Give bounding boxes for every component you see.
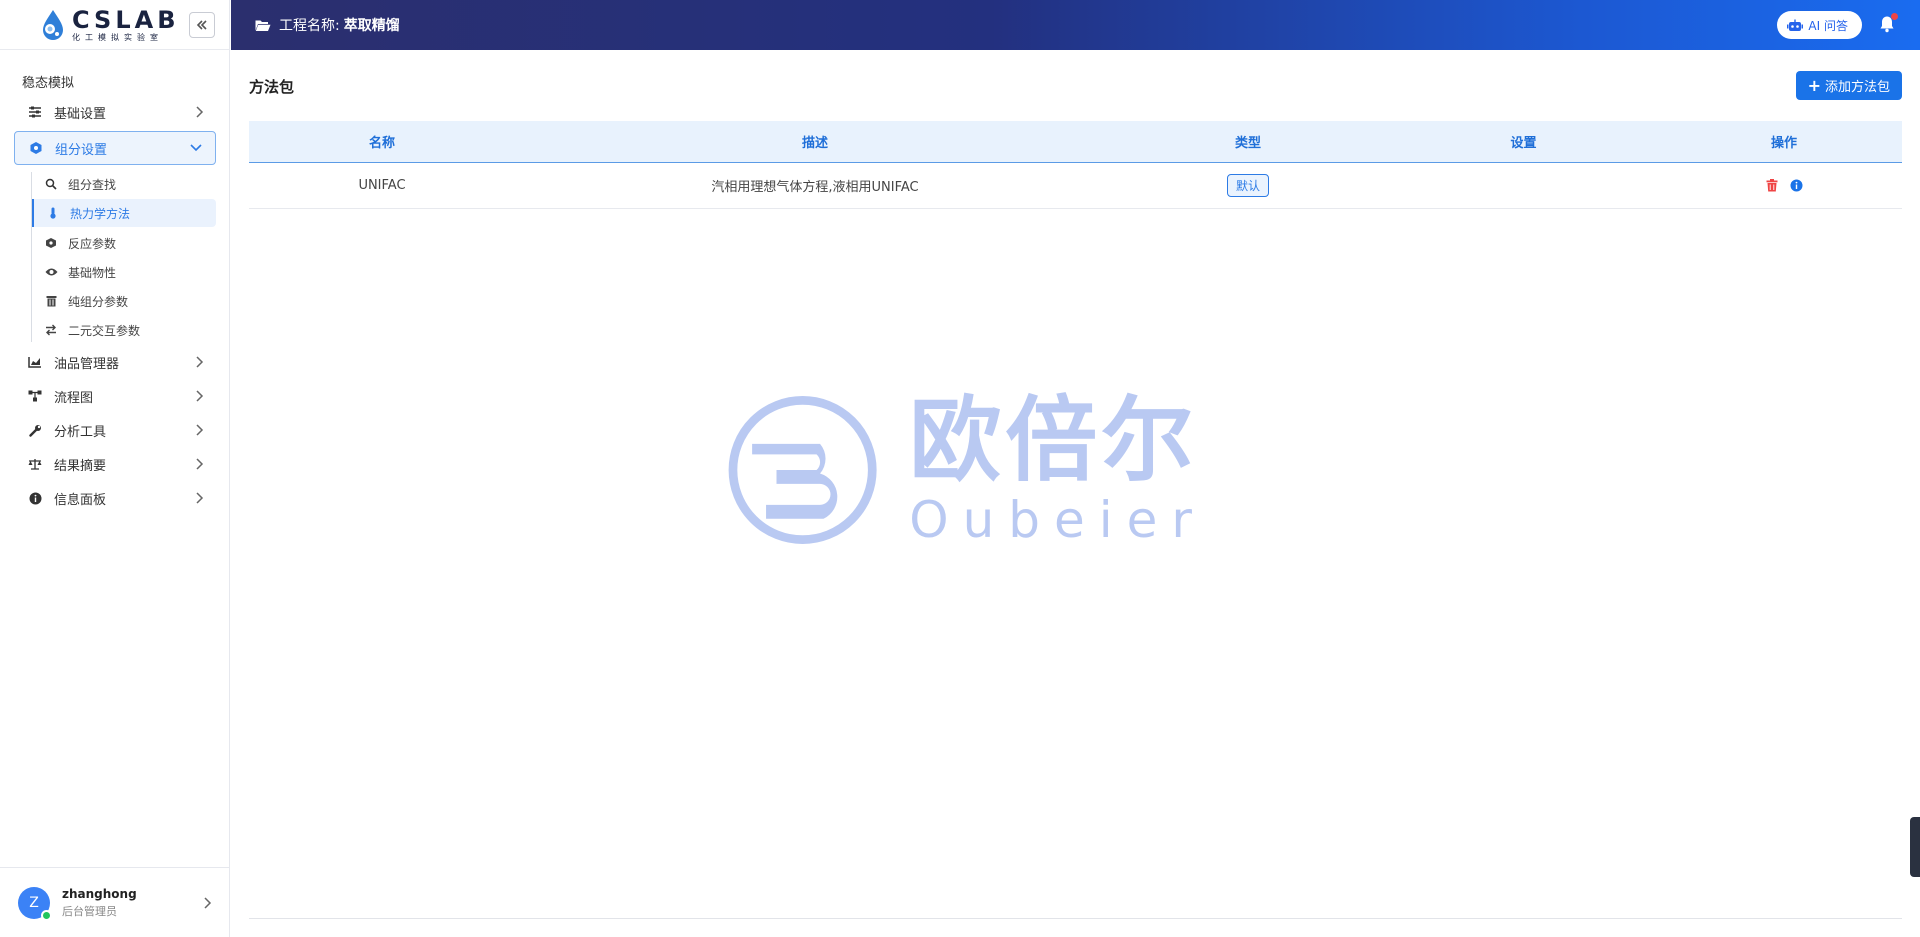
search-icon xyxy=(44,178,58,190)
project-label: 工程名称: xyxy=(279,18,340,34)
sidebar-subitem-basic-properties[interactable]: 基础物性 xyxy=(32,258,216,286)
exchange-icon xyxy=(44,324,58,336)
sliders-icon xyxy=(26,106,44,118)
logo-main-text: CSLAB xyxy=(72,5,180,34)
sidebar-subitem-component-search[interactable]: 组分查找 xyxy=(32,170,216,198)
sidebar-subitem-reaction-params[interactable]: 反应参数 xyxy=(32,229,216,257)
logo-sub-text: 化工模拟实验室 xyxy=(72,32,163,42)
page-title: 方法包 xyxy=(249,78,295,96)
cell-name: UNIFAC xyxy=(358,178,406,193)
nav-section-title: 稳态模拟 xyxy=(22,76,75,91)
chevron-right-icon xyxy=(196,390,204,402)
content-bottom-divider xyxy=(249,918,1902,919)
thermometer-icon xyxy=(46,207,60,219)
wrench-icon xyxy=(26,424,44,437)
sidebar-item-label: 流程图 xyxy=(54,390,94,406)
chevron-down-icon xyxy=(190,144,202,152)
ai-qa-button[interactable]: AI 问答 xyxy=(1777,11,1862,39)
table-header: 名称 描述 类型 设置 操作 xyxy=(249,121,1902,163)
sidebar-item-results-summary[interactable]: 结果摘要 xyxy=(14,448,216,480)
hexagon-icon xyxy=(27,141,45,155)
column-header-description: 描述 xyxy=(801,136,828,151)
online-status-icon xyxy=(41,909,52,921)
sidebar-item-flowsheet[interactable]: 流程图 xyxy=(14,380,216,412)
sidebar: CSLAB 化工模拟实验室 稳态模拟 基础设置 组分设置 组分查找 热力学方法 xyxy=(0,0,230,937)
info-button[interactable] xyxy=(1790,179,1803,192)
chevron-right-icon xyxy=(196,356,204,368)
sidebar-item-analysis-tools[interactable]: 分析工具 xyxy=(14,414,216,446)
sidebar-subitem-thermo-method[interactable]: 热力学方法 xyxy=(32,199,216,227)
avatar-initial: Z xyxy=(29,894,39,911)
project-name: 萃取精馏 xyxy=(343,18,400,34)
sidebar-subitem-label: 热力学方法 xyxy=(70,206,131,221)
notifications-button[interactable] xyxy=(1878,13,1898,35)
main-content: 方法包 + 添加方法包 名称 描述 类型 设置 操作 UNIFAC 汽相用理想气… xyxy=(231,50,1920,937)
sidebar-item-label: 结果摘要 xyxy=(54,458,107,474)
plus-icon: + xyxy=(1807,76,1821,95)
sidebar-item-label: 油品管理器 xyxy=(54,356,120,372)
method-package-table: 名称 描述 类型 设置 操作 UNIFAC 汽相用理想气体方程,液相用UNIFA… xyxy=(249,121,1902,209)
watermark: 欧倍尔 Oubeier xyxy=(726,380,1206,560)
sidebar-subitem-label: 二元交互参数 xyxy=(68,323,141,338)
chevron-right-icon xyxy=(196,106,204,118)
chevron-right-icon xyxy=(204,897,212,909)
chart-area-icon xyxy=(26,356,44,368)
sidebar-item-label: 组分设置 xyxy=(55,142,108,158)
cell-type: 默认 xyxy=(1115,174,1381,197)
user-name: zhanghong xyxy=(62,886,137,901)
sidebar-subitem-label: 组分查找 xyxy=(68,177,117,192)
table-row[interactable]: UNIFAC 汽相用理想气体方程,液相用UNIFAC 默认 xyxy=(249,163,1902,209)
add-method-package-button[interactable]: + 添加方法包 xyxy=(1795,71,1902,100)
column-header-settings: 设置 xyxy=(1510,136,1537,151)
sidebar-subitem-label: 基础物性 xyxy=(68,265,117,280)
sidebar-subitem-label: 反应参数 xyxy=(68,236,117,251)
sidebar-subitem-binary-params[interactable]: 二元交互参数 xyxy=(32,316,216,344)
oubeier-logo-icon xyxy=(728,395,877,545)
sidebar-item-label: 基础设置 xyxy=(54,106,107,122)
top-header: 工程名称: 萃取精馏 AI 问答 xyxy=(231,0,1920,50)
column-header-name: 名称 xyxy=(368,136,395,151)
add-button-label: 添加方法包 xyxy=(1824,80,1890,95)
info-icon xyxy=(26,492,44,505)
logo-drop-icon xyxy=(40,8,66,42)
info-circle-icon xyxy=(1790,179,1802,192)
sidebar-item-basic-settings[interactable]: 基础设置 xyxy=(14,96,216,128)
column-header-type: 类型 xyxy=(1234,136,1261,151)
sitemap-icon xyxy=(26,390,44,402)
sidebar-item-info-panel[interactable]: 信息面板 xyxy=(14,482,216,514)
logo: CSLAB 化工模拟实验室 xyxy=(0,0,229,50)
sidebar-subitem-label: 纯组分参数 xyxy=(68,294,129,309)
cell-description: 汽相用理想气体方程,液相用UNIFAC xyxy=(711,180,919,195)
folder-open-icon xyxy=(255,19,271,32)
user-profile[interactable]: Z zhanghong 后台管理员 xyxy=(0,867,230,937)
user-role: 后台管理员 xyxy=(62,904,117,918)
sidebar-subitem-pure-component-params[interactable]: 纯组分参数 xyxy=(32,287,216,315)
collapse-sidebar-button[interactable] xyxy=(189,12,215,38)
delete-button[interactable] xyxy=(1766,179,1778,192)
side-drawer-handle[interactable] xyxy=(1910,817,1920,877)
chevron-right-icon xyxy=(196,458,204,470)
balance-scale-icon xyxy=(26,458,44,470)
double-chevron-left-icon xyxy=(196,20,207,30)
trash-icon xyxy=(1766,179,1777,192)
default-tag: 默认 xyxy=(1226,174,1269,197)
robot-icon xyxy=(1787,19,1804,32)
sidebar-item-label: 信息面板 xyxy=(54,492,107,508)
watermark-en-text: Oubeier xyxy=(909,491,1206,549)
notification-badge xyxy=(1891,13,1898,20)
avatar: Z xyxy=(18,886,52,921)
cell-actions xyxy=(1666,179,1902,192)
column-header-actions: 操作 xyxy=(1770,136,1797,151)
trash-box-icon xyxy=(44,295,58,307)
sidebar-item-component-settings[interactable]: 组分设置 xyxy=(14,131,216,165)
sidebar-item-label: 分析工具 xyxy=(54,424,107,440)
chevron-right-icon xyxy=(196,424,204,436)
ai-qa-label: AI 问答 xyxy=(1808,18,1848,33)
chevron-right-icon xyxy=(196,492,204,504)
sidebar-item-oil-manager[interactable]: 油品管理器 xyxy=(14,346,216,378)
eye-icon xyxy=(44,267,58,277)
watermark-cn-text: 欧倍尔 xyxy=(909,387,1198,494)
cube-icon xyxy=(44,237,58,249)
